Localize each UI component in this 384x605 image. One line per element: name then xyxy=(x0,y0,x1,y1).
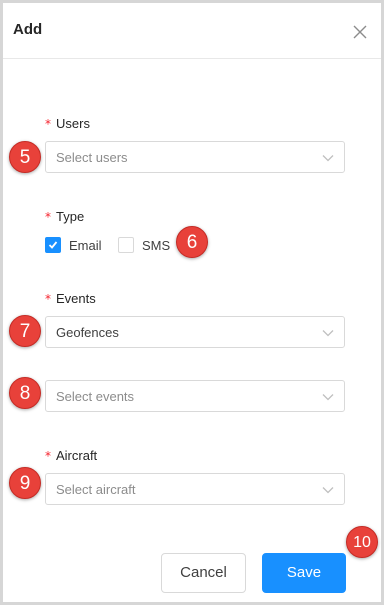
sms-checkbox-label[interactable]: SMS xyxy=(142,238,170,253)
event-category-select[interactable]: Geofences xyxy=(45,316,345,348)
dialog-header: Add xyxy=(3,3,381,59)
users-label: * Users xyxy=(45,116,90,131)
type-label-text: Type xyxy=(56,209,85,224)
email-checkbox[interactable] xyxy=(45,237,61,253)
annotation-badge-6: 6 xyxy=(176,226,208,258)
annotation-badge-5: 5 xyxy=(9,141,41,173)
events-label: * Events xyxy=(45,291,96,306)
chevron-down-icon xyxy=(322,330,334,337)
checkmark-icon xyxy=(48,241,58,249)
type-label: * Type xyxy=(45,209,84,224)
email-checkbox-label[interactable]: Email xyxy=(69,238,102,253)
events-select-placeholder: Select events xyxy=(56,389,135,404)
event-category-value: Geofences xyxy=(56,325,119,340)
events-label-text: Events xyxy=(56,291,96,306)
close-icon[interactable] xyxy=(351,23,369,41)
chevron-down-icon xyxy=(322,394,334,401)
annotation-badge-10: 10 xyxy=(346,526,378,558)
events-select[interactable]: Select events xyxy=(45,380,345,412)
aircraft-select[interactable]: Select aircraft xyxy=(45,473,345,505)
users-select-placeholder: Select users xyxy=(56,150,128,165)
users-label-text: Users xyxy=(56,116,90,131)
aircraft-label: * Aircraft xyxy=(45,448,97,463)
annotation-badge-7: 7 xyxy=(9,315,41,347)
required-marker: * xyxy=(45,210,51,224)
required-marker: * xyxy=(45,292,51,306)
cancel-button[interactable]: Cancel xyxy=(161,553,246,593)
chevron-down-icon xyxy=(322,155,334,162)
chevron-down-icon xyxy=(322,487,334,494)
aircraft-select-placeholder: Select aircraft xyxy=(56,482,136,497)
save-button[interactable]: Save xyxy=(262,553,346,593)
required-marker: * xyxy=(45,117,51,131)
aircraft-label-text: Aircraft xyxy=(56,448,98,463)
annotation-badge-8: 8 xyxy=(9,377,41,409)
required-marker: * xyxy=(45,449,51,463)
users-select[interactable]: Select users xyxy=(45,141,345,173)
annotation-badge-9: 9 xyxy=(9,467,41,499)
sms-checkbox[interactable] xyxy=(118,237,134,253)
dialog-title: Add xyxy=(13,21,43,38)
